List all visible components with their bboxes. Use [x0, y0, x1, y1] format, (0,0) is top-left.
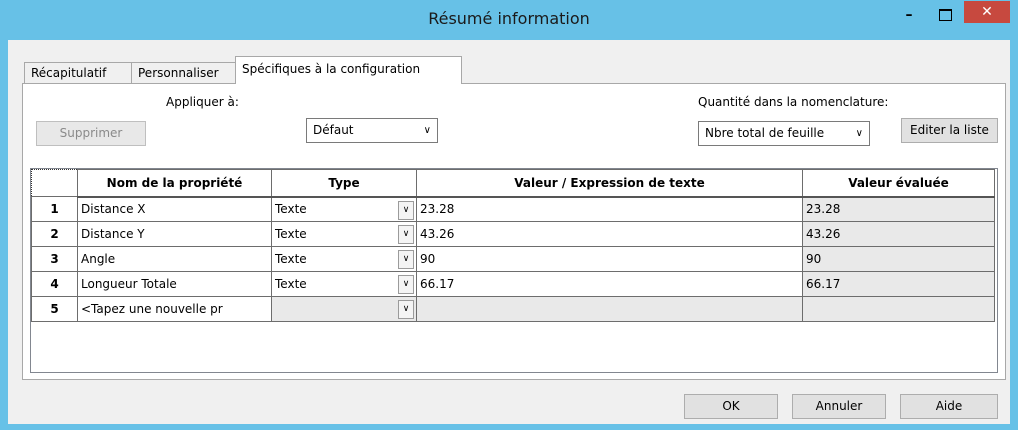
property-name-cell[interactable]: Angle	[77, 246, 272, 272]
properties-table: Nom de la propriété Type Valeur / Expres…	[31, 169, 995, 322]
column-header[interactable]: Type	[271, 169, 417, 198]
type-cell[interactable]: Texte ∨	[271, 271, 417, 297]
value-expression-cell[interactable]	[416, 296, 803, 322]
select-all-corner[interactable]	[31, 169, 78, 197]
edit-list-button[interactable]: Editer la liste	[901, 118, 998, 143]
tab-specifiques-configuration[interactable]: Spécifiques à la configuration	[235, 56, 462, 84]
chevron-down-icon: ∨	[855, 128, 863, 139]
table-row[interactable]: 3 Angle Texte ∨ 90 90	[31, 246, 995, 272]
configuration-select-value: Défaut	[313, 123, 354, 137]
table-row[interactable]: 1 Distance X Texte ∨ 23.28 23.28	[31, 196, 995, 222]
property-name-cell[interactable]: Longueur Totale	[77, 271, 272, 297]
evaluated-value-cell: 23.28	[802, 196, 995, 222]
property-name-cell[interactable]: Distance X	[77, 196, 272, 222]
dialog-window: Résumé information – ✕ Récapitulatif Per…	[0, 0, 1018, 430]
table-header-row: Nom de la propriété Type Valeur / Expres…	[31, 169, 995, 198]
help-button[interactable]: Aide	[900, 394, 998, 419]
row-number[interactable]: 5	[31, 296, 78, 322]
value-expression-cell[interactable]: 23.28	[416, 196, 803, 222]
type-value: Texte	[275, 227, 307, 241]
evaluated-value-cell: 43.26	[802, 221, 995, 247]
table-row[interactable]: 4 Longueur Totale Texte ∨ 66.17 66.17	[31, 271, 995, 297]
type-cell[interactable]: Texte ∨	[271, 221, 417, 247]
evaluated-value-cell	[802, 296, 995, 322]
chevron-down-icon[interactable]: ∨	[398, 250, 414, 269]
table-row[interactable]: 5 <Tapez une nouvelle pr ∨	[31, 296, 995, 322]
type-cell[interactable]: Texte ∨	[271, 196, 417, 222]
chevron-down-icon[interactable]: ∨	[398, 300, 414, 319]
properties-grid: Nom de la propriété Type Valeur / Expres…	[30, 168, 998, 373]
type-value: Texte	[275, 252, 307, 266]
value-expression-cell[interactable]: 66.17	[416, 271, 803, 297]
close-icon[interactable]: ✕	[964, 1, 1010, 23]
new-property-cell[interactable]: <Tapez une nouvelle pr	[77, 296, 272, 322]
type-cell[interactable]: ∨	[271, 296, 417, 322]
bom-quantity-select-value: Nbre total de feuille	[705, 126, 825, 140]
delete-button[interactable]: Supprimer	[36, 121, 146, 146]
column-header[interactable]: Valeur / Expression de texte	[416, 169, 803, 198]
chevron-down-icon[interactable]: ∨	[398, 225, 414, 244]
column-header[interactable]: Nom de la propriété	[77, 169, 272, 198]
type-value: Texte	[275, 277, 307, 291]
property-name-cell[interactable]: Distance Y	[77, 221, 272, 247]
chevron-down-icon: ∨	[423, 125, 431, 136]
cancel-button[interactable]: Annuler	[792, 394, 886, 419]
tab-recapitulatif[interactable]: Récapitulatif	[24, 62, 133, 84]
row-number[interactable]: 3	[31, 246, 78, 272]
row-number[interactable]: 2	[31, 221, 78, 247]
type-value: Texte	[275, 202, 307, 217]
chevron-down-icon[interactable]: ∨	[398, 200, 414, 220]
table-row[interactable]: 2 Distance Y Texte ∨ 43.26 43.26	[31, 221, 995, 247]
apply-to-label: Appliquer à:	[166, 95, 239, 109]
ok-button[interactable]: OK	[684, 394, 778, 419]
bom-quantity-label: Quantité dans la nomenclature:	[698, 95, 889, 109]
maximize-icon[interactable]	[928, 4, 962, 26]
chevron-down-icon[interactable]: ∨	[398, 275, 414, 294]
configuration-select[interactable]: Défaut ∨	[306, 118, 438, 143]
tab-personnaliser[interactable]: Personnaliser	[131, 62, 240, 84]
bom-quantity-select[interactable]: Nbre total de feuille ∨	[698, 121, 870, 146]
title-bar: Résumé information – ✕	[0, 0, 1018, 40]
type-cell[interactable]: Texte ∨	[271, 246, 417, 272]
row-number[interactable]: 1	[31, 196, 78, 222]
evaluated-value-cell: 66.17	[802, 271, 995, 297]
row-number[interactable]: 4	[31, 271, 78, 297]
value-expression-cell[interactable]: 43.26	[416, 221, 803, 247]
evaluated-value-cell: 90	[802, 246, 995, 272]
column-header[interactable]: Valeur évaluée	[802, 169, 995, 198]
window-title: Résumé information	[428, 9, 590, 28]
value-expression-cell[interactable]: 90	[416, 246, 803, 272]
minimize-icon[interactable]: –	[892, 4, 926, 26]
